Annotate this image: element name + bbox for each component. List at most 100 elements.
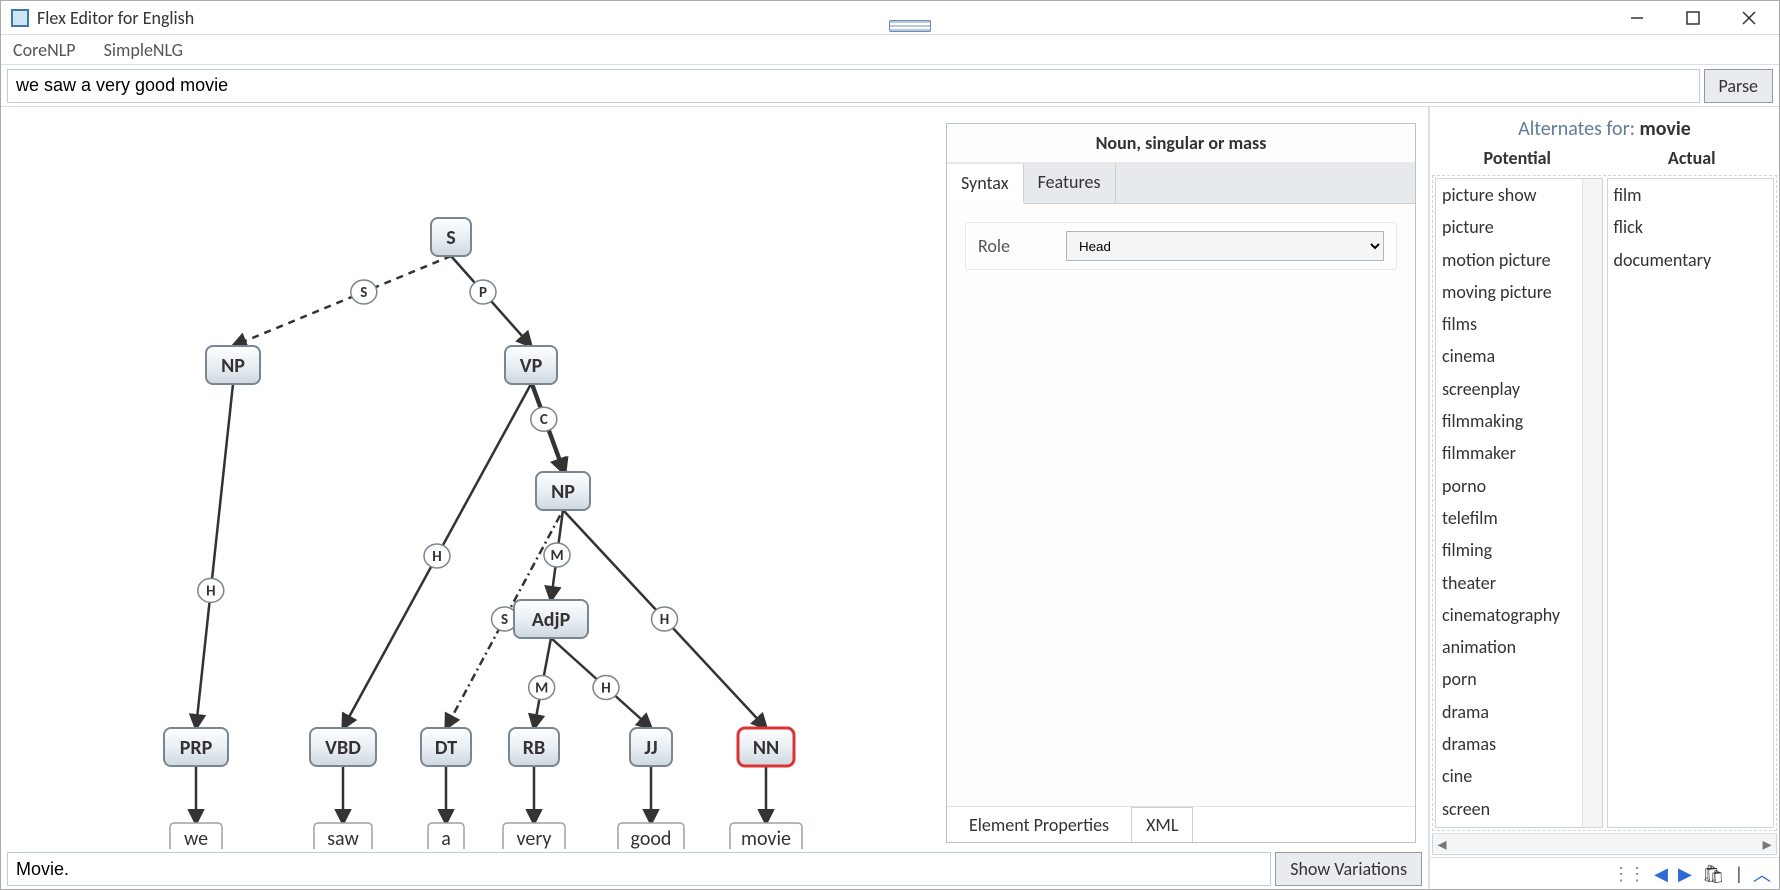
list-item[interactable]: flick xyxy=(1608,211,1774,243)
svg-text:movie: movie xyxy=(741,827,791,849)
list-item[interactable]: theater xyxy=(1436,567,1582,599)
svg-text:NN: NN xyxy=(753,736,779,760)
tree-area: SPHHCSMHMHSNPVPNPAdjPPRPVBDDTRBJJNNwesaw… xyxy=(1,107,1428,849)
parse-tree[interactable]: SPHHCSMHMHSNPVPNPAdjPPRPVBDDTRBJJNNwesaw… xyxy=(1,107,1101,849)
tab-xml[interactable]: XML xyxy=(1131,807,1193,842)
divider: | xyxy=(1735,863,1743,885)
svg-text:M: M xyxy=(550,547,563,565)
alternates-headers: Potential Actual xyxy=(1430,145,1779,175)
list-item[interactable]: moving picture xyxy=(1436,276,1582,308)
svg-text:we: we xyxy=(184,827,208,849)
tree-node-NP[interactable]: NP xyxy=(536,472,590,510)
tab-syntax[interactable]: Syntax xyxy=(947,164,1024,204)
list-item[interactable]: filming xyxy=(1436,534,1582,566)
list-item[interactable]: screenplay xyxy=(1436,373,1582,405)
maximize-button[interactable] xyxy=(1681,6,1705,30)
grip-icon: ⋮⋮ xyxy=(1612,863,1644,885)
list-item[interactable]: dramas xyxy=(1436,728,1582,760)
list-item[interactable]: cine xyxy=(1436,760,1582,792)
app-icon xyxy=(11,9,29,27)
tree-node-RB[interactable]: RB xyxy=(509,728,559,766)
list-item[interactable]: filmmaking xyxy=(1436,405,1582,437)
window-buttons xyxy=(1625,6,1779,30)
svg-text:NP: NP xyxy=(551,480,575,504)
svg-text:H: H xyxy=(206,582,215,600)
list-item[interactable]: telefilm xyxy=(1436,502,1582,534)
alternates-panel: Alternates for: movie Potential Actual p… xyxy=(1429,107,1779,889)
list-item[interactable]: films xyxy=(1436,308,1582,340)
svg-text:S: S xyxy=(446,226,455,250)
properties-panel: Noun, singular or mass Syntax Features R… xyxy=(946,123,1416,843)
chevron-up-icon[interactable]: ︿ xyxy=(1753,861,1771,887)
bag-icon[interactable]: 🛍 xyxy=(1702,863,1725,885)
list-item[interactable]: picture show xyxy=(1436,179,1582,211)
svg-text:JJ: JJ xyxy=(644,736,657,760)
tree-node-VBD[interactable]: VBD xyxy=(310,728,376,766)
properties-bottom-tabs: Element Properties XML xyxy=(947,806,1415,842)
svg-text:P: P xyxy=(479,284,487,302)
svg-text:NP: NP xyxy=(221,354,245,378)
actual-listbox[interactable]: filmflickdocumentary xyxy=(1607,178,1775,828)
list-item[interactable]: picture xyxy=(1436,211,1582,243)
tree-node-VP[interactable]: VP xyxy=(505,346,557,384)
tree-node-AdjP[interactable]: AdjP xyxy=(514,600,588,638)
svg-text:saw: saw xyxy=(327,827,359,849)
svg-text:M: M xyxy=(535,680,548,698)
list-item[interactable]: porno xyxy=(1436,470,1582,502)
potential-scrollbar[interactable] xyxy=(1582,179,1602,827)
tree-node-PRP[interactable]: PRP xyxy=(164,728,228,766)
menubar: CoreNLP SimpleNLG xyxy=(1,35,1779,65)
tree-node-DT[interactable]: DT xyxy=(421,728,471,766)
tree-node-NP[interactable]: NP xyxy=(206,346,260,384)
svg-text:PRP: PRP xyxy=(180,736,213,760)
list-item[interactable]: motion picture xyxy=(1436,244,1582,276)
properties-title: Noun, singular or mass xyxy=(947,124,1415,163)
list-item[interactable]: filmmaker xyxy=(1436,437,1582,469)
tree-node-S[interactable]: S xyxy=(431,218,471,256)
header-potential: Potential xyxy=(1430,147,1605,169)
tree-leaf-saw[interactable]: saw xyxy=(314,823,372,849)
sentence-input[interactable] xyxy=(7,69,1700,103)
close-button[interactable] xyxy=(1737,6,1761,30)
tree-node-JJ[interactable]: JJ xyxy=(630,728,672,766)
list-item[interactable]: documentary xyxy=(1608,244,1774,276)
parse-button[interactable]: Parse xyxy=(1704,69,1774,103)
list-item[interactable]: cinema xyxy=(1436,340,1582,372)
tree-leaf-a[interactable]: a xyxy=(428,823,464,849)
properties-body: Role Head xyxy=(947,204,1415,806)
tree-leaf-very[interactable]: very xyxy=(503,823,565,849)
potential-hscroll[interactable]: ◂▸ xyxy=(1433,833,1776,853)
tree-leaf-we[interactable]: we xyxy=(170,823,222,849)
list-item[interactable]: porn xyxy=(1436,663,1582,695)
next-icon[interactable]: ▶ xyxy=(1678,863,1692,885)
menu-simplenlg[interactable]: SimpleNLG xyxy=(104,39,183,61)
tree-node-NN[interactable]: NN xyxy=(738,728,794,766)
svg-text:RB: RB xyxy=(523,736,545,760)
role-select[interactable]: Head xyxy=(1066,231,1384,261)
tab-features[interactable]: Features xyxy=(1024,163,1116,203)
minimize-button[interactable] xyxy=(1625,6,1649,30)
menu-corenlp[interactable]: CoreNLP xyxy=(13,39,76,61)
list-item[interactable]: cinematographic xyxy=(1436,825,1582,827)
show-variations-button[interactable]: Show Variations xyxy=(1275,852,1422,886)
list-item[interactable]: drama xyxy=(1436,696,1582,728)
tree-leaf-movie[interactable]: movie xyxy=(730,823,802,849)
tab-element-properties[interactable]: Element Properties xyxy=(955,808,1123,842)
list-item[interactable]: film xyxy=(1608,179,1774,211)
status-input[interactable] xyxy=(7,852,1271,886)
titlebar-handle[interactable] xyxy=(889,20,931,32)
list-item[interactable]: screen xyxy=(1436,793,1582,825)
list-item[interactable]: animation xyxy=(1436,631,1582,663)
svg-text:VP: VP xyxy=(520,354,543,378)
svg-text:AdjP: AdjP xyxy=(532,608,571,632)
input-row: Parse xyxy=(1,65,1779,107)
svg-text:good: good xyxy=(631,827,672,849)
tree-leaf-good[interactable]: good xyxy=(618,823,684,849)
list-item[interactable]: cinematography xyxy=(1436,599,1582,631)
svg-text:a: a xyxy=(441,827,451,849)
svg-text:C: C xyxy=(540,411,548,429)
potential-listbox[interactable]: picture showpicturemotion picturemoving … xyxy=(1435,178,1603,828)
svg-text:S: S xyxy=(501,611,508,629)
properties-tabs: Syntax Features xyxy=(947,163,1415,204)
prev-icon[interactable]: ◀ xyxy=(1654,863,1668,885)
